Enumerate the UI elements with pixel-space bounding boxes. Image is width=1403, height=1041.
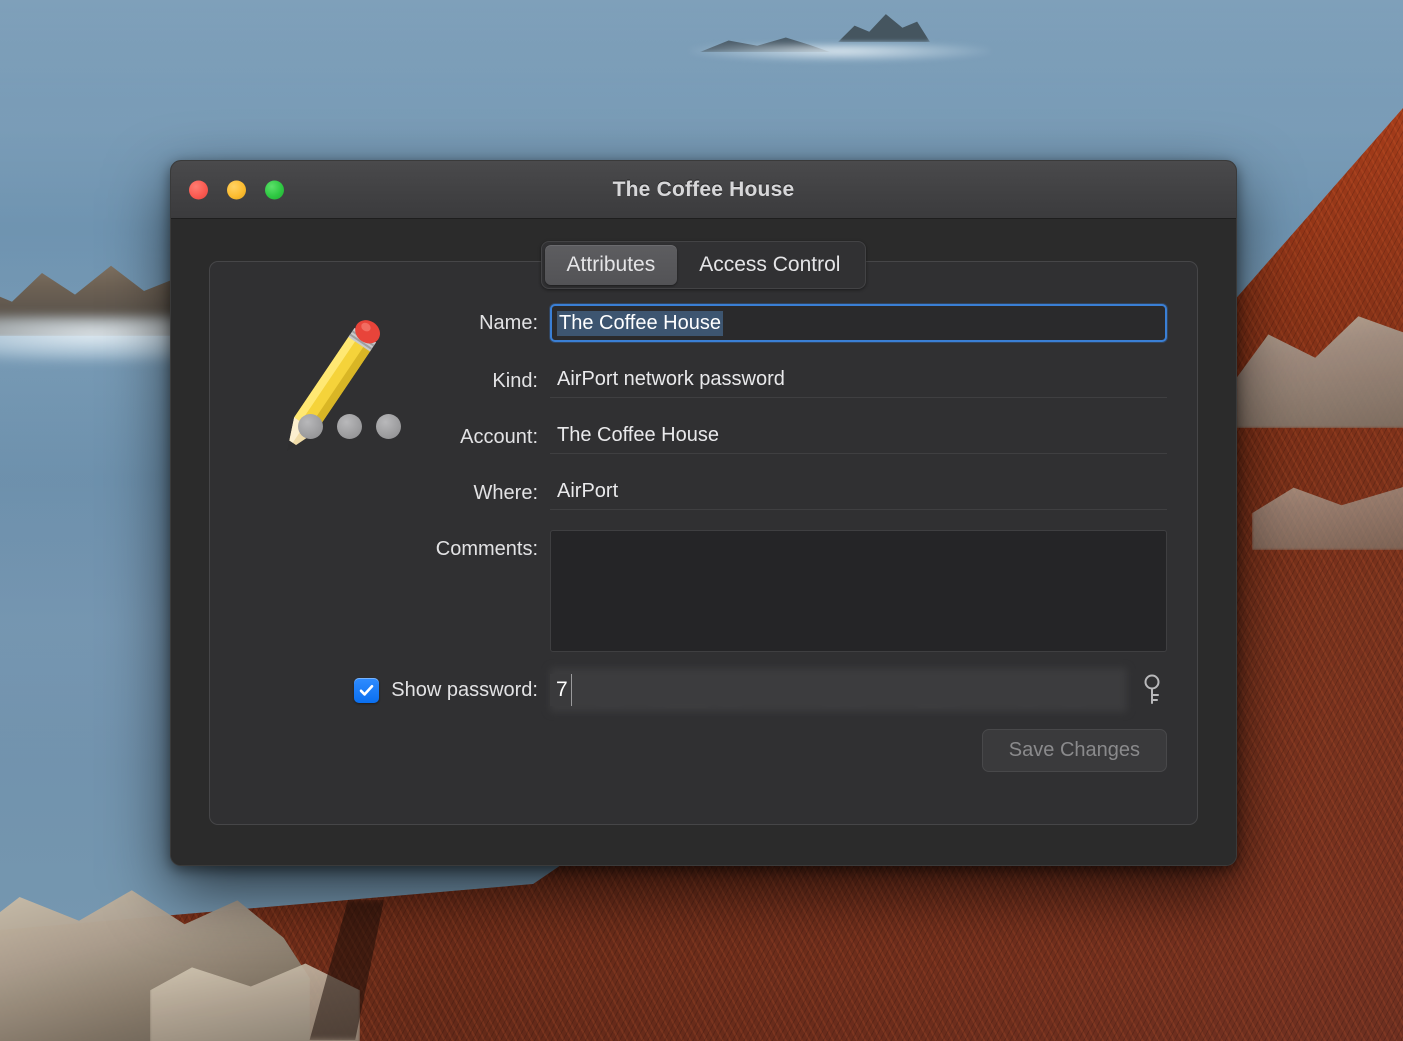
checkmark-icon — [359, 684, 374, 696]
save-changes-button[interactable]: Save Changes — [981, 729, 1167, 772]
tab-group: Attributes Access Control — [540, 241, 867, 289]
tab-bar: Attributes Access Control — [171, 241, 1236, 289]
where-value: AirPort — [550, 474, 1167, 510]
show-password-checkbox[interactable] — [354, 677, 380, 703]
desktop-wallpaper: The Coffee House Attributes Access Contr… — [0, 0, 1403, 1041]
comments-label: Comments: — [435, 538, 538, 560]
window-controls — [189, 180, 284, 199]
where-label: Where: — [473, 482, 538, 504]
password-field[interactable]: 7 — [550, 668, 1127, 712]
key-icon[interactable] — [1141, 673, 1167, 707]
attributes-form: Name: The Coffee House Kind: AirPort net… — [268, 304, 1167, 652]
zoom-button[interactable] — [265, 180, 284, 199]
minimize-button[interactable] — [227, 180, 246, 199]
close-button[interactable] — [189, 180, 208, 199]
kind-label: Kind: — [492, 370, 538, 392]
name-input-value: The Coffee House — [557, 310, 723, 336]
account-label: Account: — [460, 426, 538, 448]
show-password-label: Show password: — [391, 678, 538, 701]
tab-attributes[interactable]: Attributes — [544, 245, 678, 285]
keychain-item-window: The Coffee House Attributes Access Contr… — [170, 160, 1237, 866]
attributes-panel: Name: The Coffee House Kind: AirPort net… — [209, 261, 1198, 825]
window-titlebar[interactable]: The Coffee House — [171, 161, 1236, 219]
show-password-row: Show password: 7 — [268, 668, 1167, 712]
tab-access-control[interactable]: Access Control — [677, 245, 862, 285]
wallpaper-sea-foam — [690, 44, 990, 62]
show-password-control[interactable]: Show password: — [268, 677, 538, 703]
kind-value: AirPort network password — [550, 362, 1167, 398]
password-redaction — [550, 668, 1127, 712]
name-label: Name: — [479, 312, 538, 334]
window-title: The Coffee House — [612, 177, 795, 201]
password-visible-text: 7 — [550, 674, 572, 706]
comments-textarea[interactable] — [550, 530, 1167, 652]
window-body: Attributes Access Control Name: The Coff… — [171, 219, 1236, 865]
name-input[interactable]: The Coffee House — [550, 304, 1167, 342]
account-value: The Coffee House — [550, 418, 1167, 454]
